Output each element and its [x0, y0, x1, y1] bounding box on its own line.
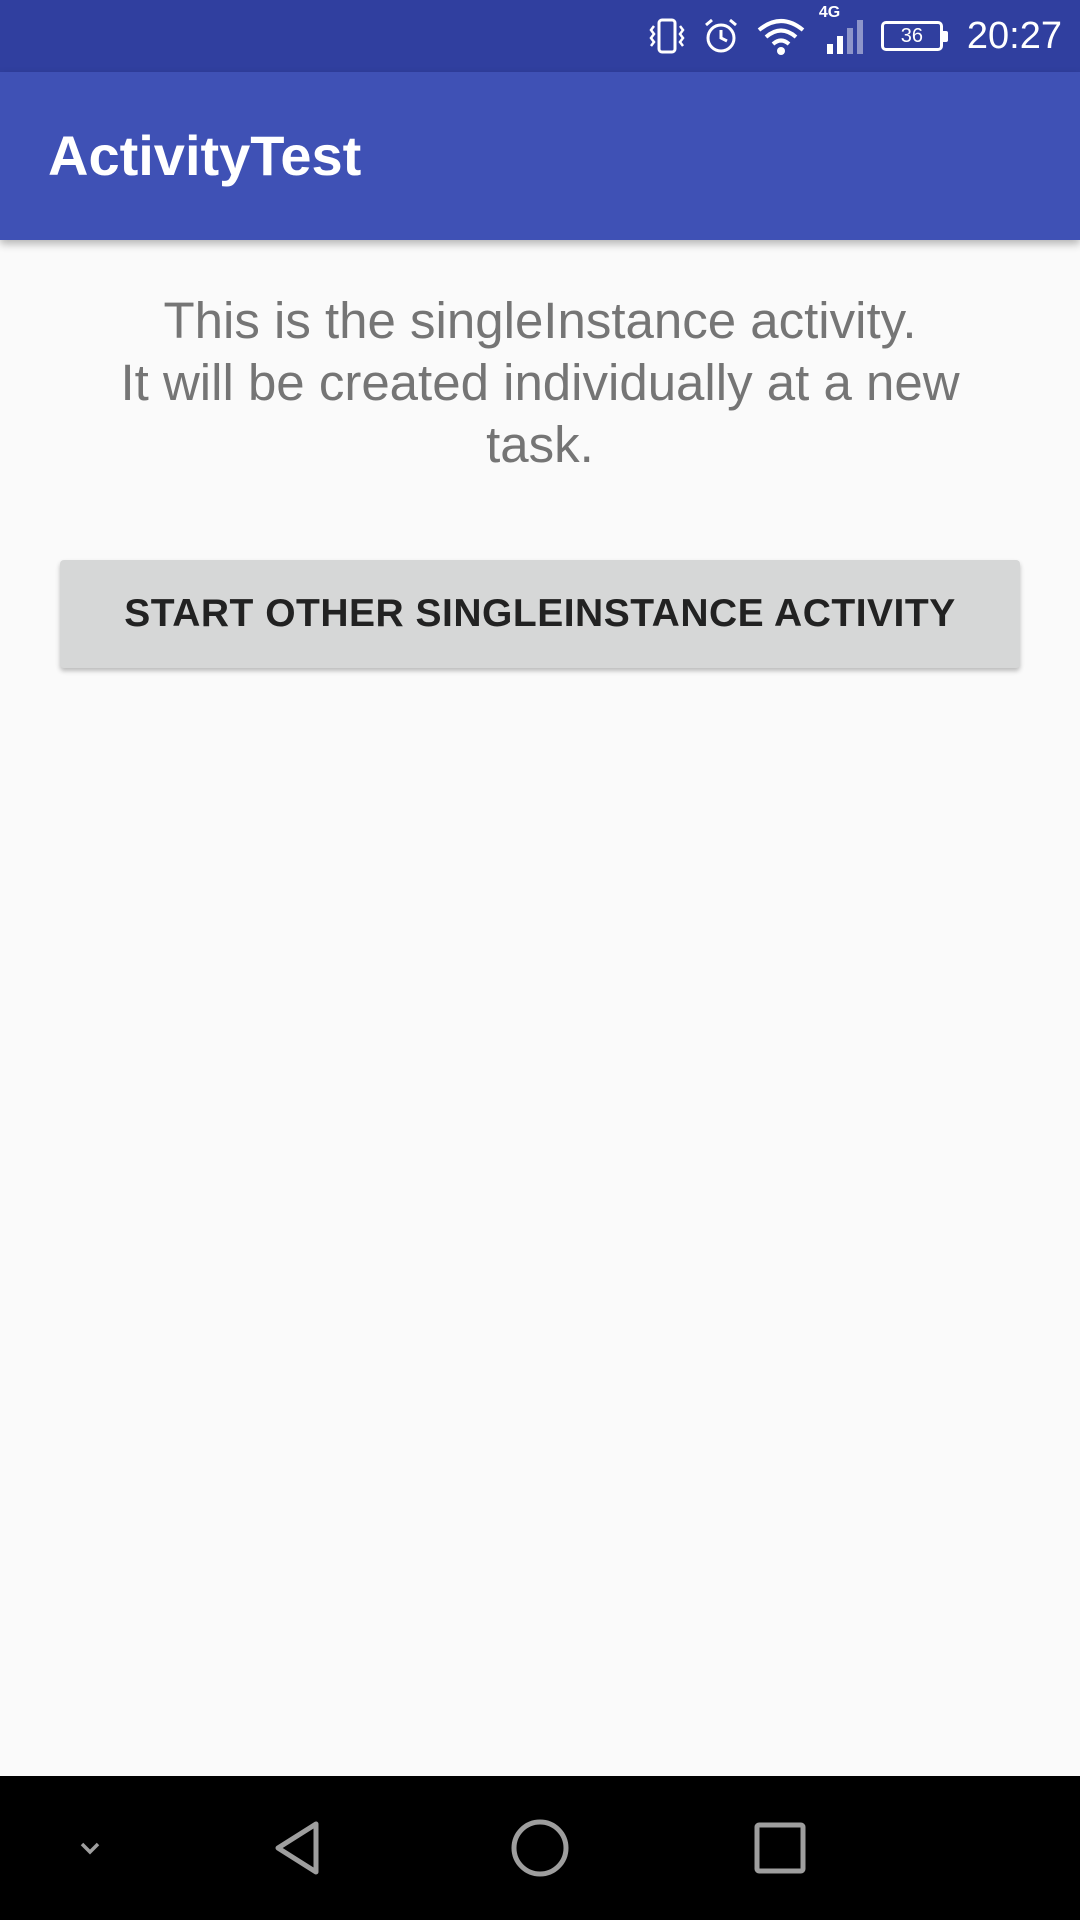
- vibrate-icon: [647, 16, 687, 56]
- activity-message: This is the singleInstance activity. It …: [120, 292, 960, 473]
- home-icon[interactable]: [480, 1776, 600, 1920]
- app-bar: ActivityTest: [0, 72, 1080, 240]
- recents-icon[interactable]: [720, 1776, 840, 1920]
- navigation-bar: [0, 1776, 1080, 1920]
- network-type-label: 4G: [818, 4, 841, 21]
- battery-icon: 36: [880, 21, 948, 51]
- hide-keyboard-icon[interactable]: [40, 1776, 140, 1920]
- status-clock: 20:27: [966, 14, 1062, 57]
- status-icons: 4G 36 20:27: [647, 0, 1062, 72]
- alarm-icon: [701, 16, 741, 56]
- cellular-signal-icon: 4G: [819, 4, 867, 56]
- battery-level: 36: [900, 25, 924, 47]
- status-bar: 4G 36 20:27: [0, 0, 1080, 72]
- main-content: This is the singleInstance activity. It …: [0, 240, 1080, 1776]
- app-title: ActivityTest: [48, 124, 362, 187]
- back-icon[interactable]: [240, 1776, 360, 1920]
- start-other-singleinstance-button[interactable]: START OTHER SINGLEINSTANCE ACTIVITY: [60, 560, 1020, 668]
- wifi-icon: [755, 16, 807, 56]
